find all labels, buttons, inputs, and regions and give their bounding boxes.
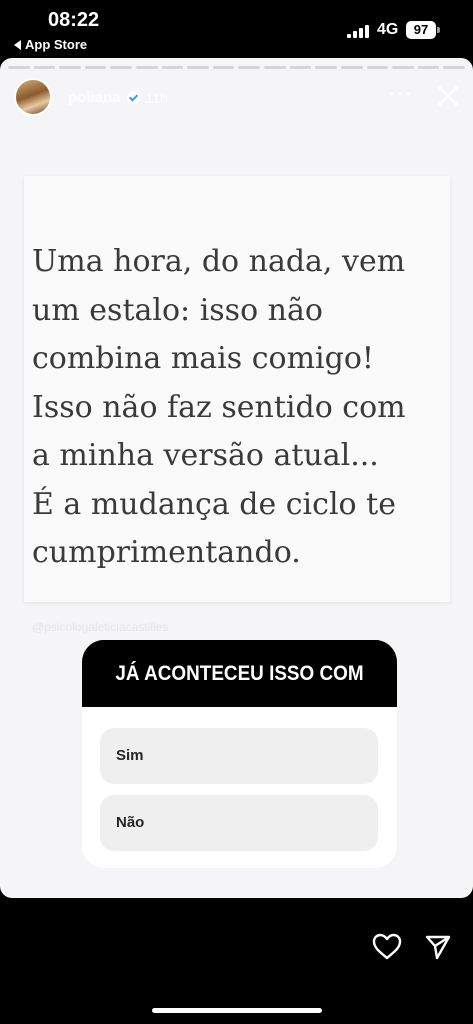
verified-badge-icon bbox=[126, 91, 140, 104]
back-app-label: App Store bbox=[25, 37, 88, 52]
quote-line: Uma hora, do nada, vem bbox=[32, 244, 406, 279]
poll-option-sim[interactable]: Sim bbox=[100, 728, 378, 784]
back-to-app-store-button[interactable]: App Store bbox=[14, 37, 87, 52]
clock: 08:22 bbox=[48, 9, 100, 31]
quote-line: cumprimentando. bbox=[32, 535, 301, 570]
story-author[interactable]: poliana 11h bbox=[68, 89, 168, 106]
close-icon[interactable] bbox=[434, 82, 462, 110]
watermark-handle: @psicologaleticiacastilles bbox=[32, 620, 169, 634]
username[interactable]: poliana bbox=[68, 89, 121, 106]
story-progress-bar bbox=[8, 66, 465, 69]
quote-line: um estalo: isso não bbox=[32, 292, 323, 328]
quote-line: combina mais comigo! bbox=[32, 341, 374, 376]
poll-question: JÁ ACONTECEU ISSO COM VC? bbox=[97, 640, 382, 752]
quote-text: Uma hora, do nada, vem um estalo: isso n… bbox=[32, 238, 450, 578]
home-indicator[interactable] bbox=[152, 1008, 322, 1013]
network-type: 4G bbox=[377, 21, 399, 38]
status-bar: 08:22 App Store 4G 97 bbox=[0, 0, 473, 58]
back-arrow-icon bbox=[14, 39, 21, 50]
quote-line: a minha versão atual... bbox=[32, 438, 379, 473]
signal-icon bbox=[347, 25, 369, 38]
heart-icon[interactable] bbox=[372, 933, 402, 960]
battery-tip bbox=[437, 27, 440, 33]
quote-line: É a mudança de ciclo te bbox=[32, 486, 396, 522]
battery-icon: 97 bbox=[406, 21, 436, 39]
poll-header: JÁ ACONTECEU ISSO COM VC? bbox=[82, 640, 397, 752]
story-card[interactable]: poliana 11h ··· Uma hora, do nada, vem u… bbox=[0, 58, 473, 898]
quote-line: Isso não faz sentido com bbox=[32, 389, 406, 425]
quote-image: Uma hora, do nada, vem um estalo: isso n… bbox=[24, 176, 450, 602]
poll-sticker: JÁ ACONTECEU ISSO COM VC? Sim Não bbox=[82, 640, 397, 868]
avatar[interactable] bbox=[14, 78, 52, 116]
story-time: 11h bbox=[145, 89, 168, 106]
poll-option-nao[interactable]: Não bbox=[100, 795, 378, 851]
send-icon[interactable] bbox=[424, 933, 452, 961]
more-icon[interactable]: ··· bbox=[388, 82, 413, 104]
